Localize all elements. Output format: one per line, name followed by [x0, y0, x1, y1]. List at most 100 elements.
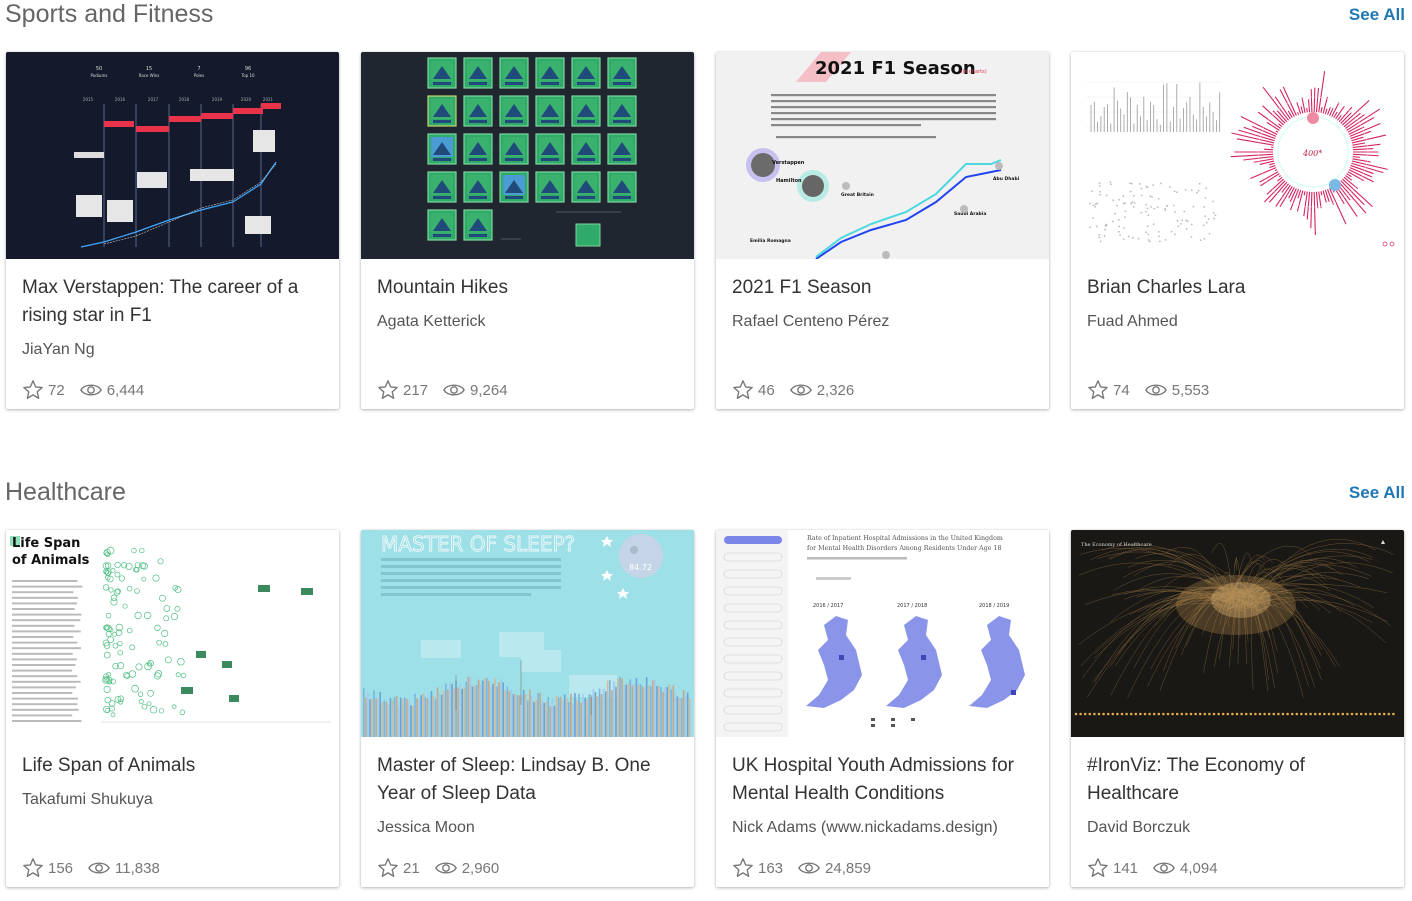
favorites-value: 72: [48, 381, 65, 399]
card-title[interactable]: Life Span of Animals: [22, 752, 322, 780]
thumb-title: 2021 F1 Season: [815, 58, 976, 79]
thumb-place: Saudi Arabia: [954, 211, 986, 217]
card-title[interactable]: Brian Charles Lara: [1087, 274, 1387, 302]
viz-thumbnail: Life Span of Animals: [6, 530, 339, 737]
star-icon: [733, 380, 753, 399]
thumb-stat-label: Top 10: [240, 73, 255, 78]
views-value: 9,264: [470, 381, 508, 399]
thumb-title: Rate of Inpatient Hospital Admissions in…: [807, 535, 1003, 542]
mountain-badge: [427, 57, 457, 89]
card-author[interactable]: David Borczuk: [1087, 819, 1190, 837]
favorites-count[interactable]: 156: [22, 857, 73, 879]
favorites-count[interactable]: 46: [732, 379, 775, 401]
mountain-badge: [571, 95, 601, 127]
card-stats: 72 6,444: [22, 378, 158, 402]
card-author[interactable]: Nick Adams (www.nickadams.design): [732, 819, 998, 837]
card-stats: 156 11,838: [22, 856, 174, 880]
section-header: Sports and Fitness See All: [5, 0, 1405, 32]
star-icon: [1088, 380, 1108, 399]
card-author[interactable]: Jessica Moon: [377, 819, 475, 837]
favorites-value: 74: [1113, 381, 1130, 399]
viz-card-ironviz-economy-of-healthcare[interactable]: The Economy of Healthcare #IronViz: The …: [1071, 530, 1404, 887]
views-count: 9,264: [442, 379, 508, 401]
views-count: 4,094: [1152, 857, 1218, 879]
thumb-year: 2019: [212, 97, 223, 102]
thumb-title: MASTER OF SLEEP?: [381, 532, 575, 556]
section-title: Sports and Fitness: [5, 0, 214, 28]
svg-text:400*: 400*: [1302, 149, 1322, 158]
views-value: 24,859: [825, 859, 871, 877]
favorites-value: 141: [1113, 859, 1139, 877]
favorites-count[interactable]: 21: [377, 857, 420, 879]
thumb-year: 2018 / 2019: [979, 603, 1009, 609]
viz-card-uk-hospital-youth-admissions[interactable]: Rate of Inpatient Hospital Admissions in…: [716, 530, 1049, 887]
card-title[interactable]: Master of Sleep: Lindsay B. One Year of …: [377, 752, 677, 807]
viz-thumbnail: Rate of Inpatient Hospital Admissions in…: [716, 530, 1049, 737]
mountain-badge: [427, 133, 457, 165]
views-count: 6,444: [79, 379, 145, 401]
eye-icon: [1144, 384, 1167, 396]
thumb-year: 2017: [148, 97, 159, 102]
card-title[interactable]: UK Hospital Youth Admissions for Mental …: [732, 752, 1032, 807]
favorites-value: 156: [48, 859, 74, 877]
card-title[interactable]: 2021 F1 Season: [732, 274, 1032, 302]
card-author[interactable]: Takafumi Shukuya: [22, 791, 153, 809]
card-author[interactable]: Fuad Ahmed: [1087, 313, 1178, 331]
section-title: Healthcare: [5, 478, 126, 506]
viz-card-mountain-hikes[interactable]: Mountain Hikes Agata Ketterick 217 9,264: [361, 52, 694, 409]
favorites-count[interactable]: 74: [1087, 379, 1130, 401]
viz-card-max-verstappen[interactable]: 50 Podiums 15 Race Wins 7 Poles 96 Top 1…: [6, 52, 339, 409]
favorites-count[interactable]: 217: [377, 379, 428, 401]
mountain-badge: [463, 171, 493, 203]
see-all-link[interactable]: See All: [1349, 5, 1405, 25]
viz-thumbnail: 2021 F1 Season (in charts) Verstappen Ha…: [716, 52, 1049, 259]
mountain-badge: [499, 133, 529, 165]
viz-thumbnail: MASTER OF SLEEP? 84.72: [361, 530, 694, 737]
favorites-count[interactable]: 72: [22, 379, 65, 401]
mountain-badge: [463, 57, 493, 89]
card-author[interactable]: Agata Ketterick: [377, 313, 486, 331]
viz-card-2021-f1-season[interactable]: 2021 F1 Season (in charts) Verstappen Ha…: [716, 52, 1049, 409]
favorites-value: 163: [758, 859, 784, 877]
card-stats: 74 5,553: [1087, 378, 1223, 402]
views-value: 2,326: [816, 381, 855, 399]
thumb-place: Abu Dhabi: [993, 176, 1020, 182]
mountain-badge: [571, 133, 601, 165]
mountain-badge: [535, 133, 565, 165]
favorites-value: 46: [758, 381, 775, 399]
thumb-stat-value: 96: [245, 66, 251, 72]
see-all-link[interactable]: See All: [1349, 483, 1405, 503]
thumb-year: 2016 / 2017: [813, 603, 843, 609]
viz-card-brian-charles-lara[interactable]: 400* Brian Charles Lara Fuad Ahmed 74 5,…: [1071, 52, 1404, 409]
eye-icon: [434, 862, 457, 874]
card-title[interactable]: Max Verstappen: The career of a rising s…: [22, 274, 322, 329]
eye-icon: [798, 862, 820, 874]
favorites-count[interactable]: 163: [732, 857, 783, 879]
mountain-badge: [571, 57, 601, 89]
card-title[interactable]: Mountain Hikes: [377, 274, 677, 302]
viz-thumbnail: 400*: [1071, 52, 1404, 259]
star-icon: [378, 858, 398, 877]
views-count: 11,838: [87, 857, 160, 879]
viz-thumbnail: 50 Podiums 15 Race Wins 7 Poles 96 Top 1…: [6, 52, 339, 259]
mountain-badge: [499, 171, 529, 203]
star-icon: [23, 858, 43, 877]
card-author[interactable]: Rafael Centeno Pérez: [732, 313, 889, 331]
mountain-badge: [571, 171, 601, 203]
thumb-year: 2021: [263, 97, 274, 102]
thumb-year: 2017 / 2018: [897, 603, 927, 609]
thumb-stat-label: Podiums: [91, 73, 108, 78]
eye-icon: [88, 862, 110, 874]
mountain-badge: [535, 57, 565, 89]
star-icon: [378, 380, 398, 399]
card-author[interactable]: JiaYan Ng: [22, 341, 95, 359]
card-title[interactable]: #IronViz: The Economy of Healthcare: [1087, 752, 1387, 807]
viz-card-life-span-of-animals[interactable]: Life Span of Animals Life Span of Animal…: [6, 530, 339, 887]
views-value: 6,444: [106, 381, 145, 399]
viz-card-master-of-sleep[interactable]: MASTER OF SLEEP? 84.72 Master of Sleep: …: [361, 530, 694, 887]
favorites-count[interactable]: 141: [1087, 857, 1138, 879]
thumb-stat-value: 50: [96, 66, 102, 72]
mountain-badge: [607, 171, 637, 203]
thumb-driver: Verstappen: [772, 160, 805, 166]
mountain-badge: [427, 95, 457, 127]
